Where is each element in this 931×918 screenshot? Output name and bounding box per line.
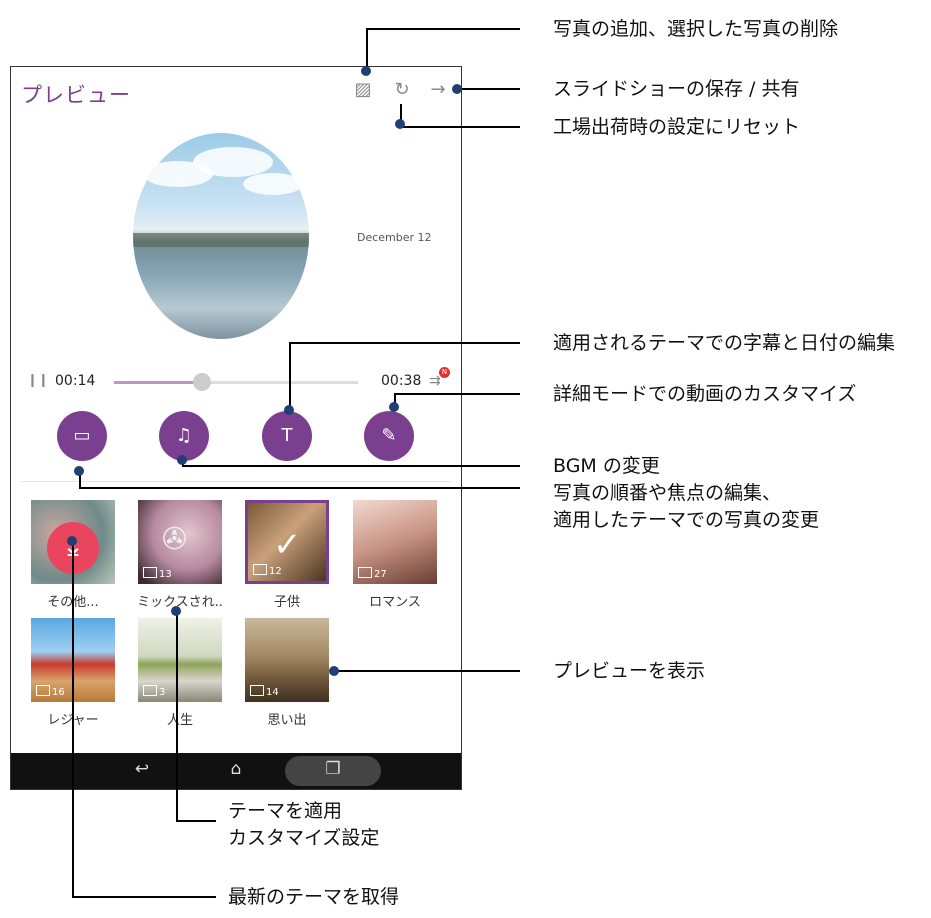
callout-photo-order-2: 適用したテーマでの写真の変更: [553, 509, 820, 531]
callout-line: [176, 820, 216, 822]
callout-line: [400, 126, 520, 128]
callout-dot: [452, 84, 462, 94]
pause-icon[interactable]: ❙❙: [27, 373, 49, 388]
image-icon: ▭: [73, 425, 91, 446]
callout-line: [289, 342, 291, 410]
callout-line: [394, 393, 520, 395]
back-icon[interactable]: ↩: [127, 759, 157, 779]
callout-dot: [177, 455, 187, 465]
preview-date: December 12: [357, 231, 432, 244]
callout-line: [72, 896, 216, 898]
callout-dot: [361, 66, 371, 76]
photo-edit-button[interactable]: ▭: [57, 411, 107, 461]
music-note-icon: ♫: [175, 425, 193, 446]
callout-bgm: BGM の変更: [553, 455, 660, 477]
callout-line: [72, 540, 74, 898]
theme-count: 16: [52, 687, 65, 698]
callout-latest-theme: 最新のテーマを取得: [228, 886, 400, 908]
theme-memories[interactable]: 14 思い出: [245, 618, 329, 728]
video-edit-icon: ✎: [381, 425, 397, 446]
callout-line: [334, 670, 520, 672]
theme-mixed[interactable]: ✇ 13 ミックスされ..: [137, 500, 223, 610]
theme-romance[interactable]: 27 ロマンス: [353, 500, 437, 610]
arrow-right-icon[interactable]: →: [427, 79, 449, 101]
callout-line: [176, 610, 178, 822]
film-reel-icon: ✇: [162, 522, 188, 557]
text-t-icon: T: [281, 425, 293, 446]
callout-line: [182, 465, 520, 467]
callout-save-share: スライドショーの保存 / 共有: [553, 78, 800, 100]
theme-label: 思い出: [267, 713, 307, 728]
music-button[interactable]: ♫: [159, 411, 209, 461]
callout-add-delete: 写真の追加、選択した写真の削除: [553, 18, 839, 40]
callout-dot: [74, 466, 84, 476]
customize-video-button[interactable]: ✎: [364, 411, 414, 461]
callout-dot: [284, 405, 294, 415]
theme-label: 子供: [273, 595, 300, 610]
callout-preview: プレビューを表示: [553, 660, 706, 682]
preview-photo[interactable]: [133, 133, 309, 339]
callout-dot: [395, 119, 405, 129]
notification-badge: N: [439, 367, 450, 378]
theme-count: 27: [374, 569, 387, 580]
callout-photo-order-1: 写真の順番や焦点の編集、: [553, 482, 782, 504]
theme-count: 13: [159, 569, 172, 580]
callout-line: [289, 342, 520, 344]
callout-dot: [67, 536, 77, 546]
callout-line: [366, 28, 520, 30]
text-button[interactable]: T: [262, 411, 312, 461]
reset-icon[interactable]: ↻: [391, 79, 413, 101]
callout-apply-theme-2: カスタマイズ設定: [228, 827, 380, 849]
seek-bar[interactable]: [114, 373, 358, 391]
callout-line: [366, 28, 368, 70]
callout-apply-theme-1: テーマを適用: [228, 800, 343, 822]
callout-line: [458, 88, 520, 90]
end-time: 00:38: [381, 373, 422, 389]
add-photo-icon[interactable]: ▨: [352, 79, 374, 101]
home-icon[interactable]: ⌂: [221, 759, 251, 779]
page-title: プレビュー: [21, 83, 131, 107]
recent-apps-icon[interactable]: ❐: [318, 759, 348, 779]
callout-line: [79, 487, 520, 489]
callout-dot: [389, 402, 399, 412]
divider: [21, 481, 451, 482]
callout-edit-caption: 適用されるテーマでの字幕と日付の編集: [553, 332, 896, 354]
callout-dot: [171, 606, 181, 616]
check-icon: ✓: [273, 525, 302, 565]
navigation-bar: ↩ ⌂ ❐: [11, 753, 461, 789]
seek-bar-fill: [114, 381, 202, 384]
seek-knob[interactable]: [192, 373, 211, 391]
theme-count: 12: [269, 566, 282, 577]
callout-reset: 工場出荷時の設定にリセット: [553, 116, 801, 138]
theme-label: 人生: [166, 713, 193, 728]
theme-label: ロマンス: [369, 595, 421, 610]
theme-count: 14: [266, 687, 279, 698]
phone-screen: プレビュー ▨ ↻ → December 12 ❙❙ 00:14 00:38 ⇉…: [10, 66, 462, 790]
theme-life[interactable]: 3 人生: [138, 618, 222, 728]
theme-count: 3: [159, 687, 166, 698]
callout-dot: [329, 666, 339, 676]
theme-kids[interactable]: ✓ 12 子供: [245, 500, 329, 610]
current-time: 00:14: [55, 373, 96, 389]
callout-advanced-mode: 詳細モードでの動画のカスタマイズ: [553, 383, 857, 405]
